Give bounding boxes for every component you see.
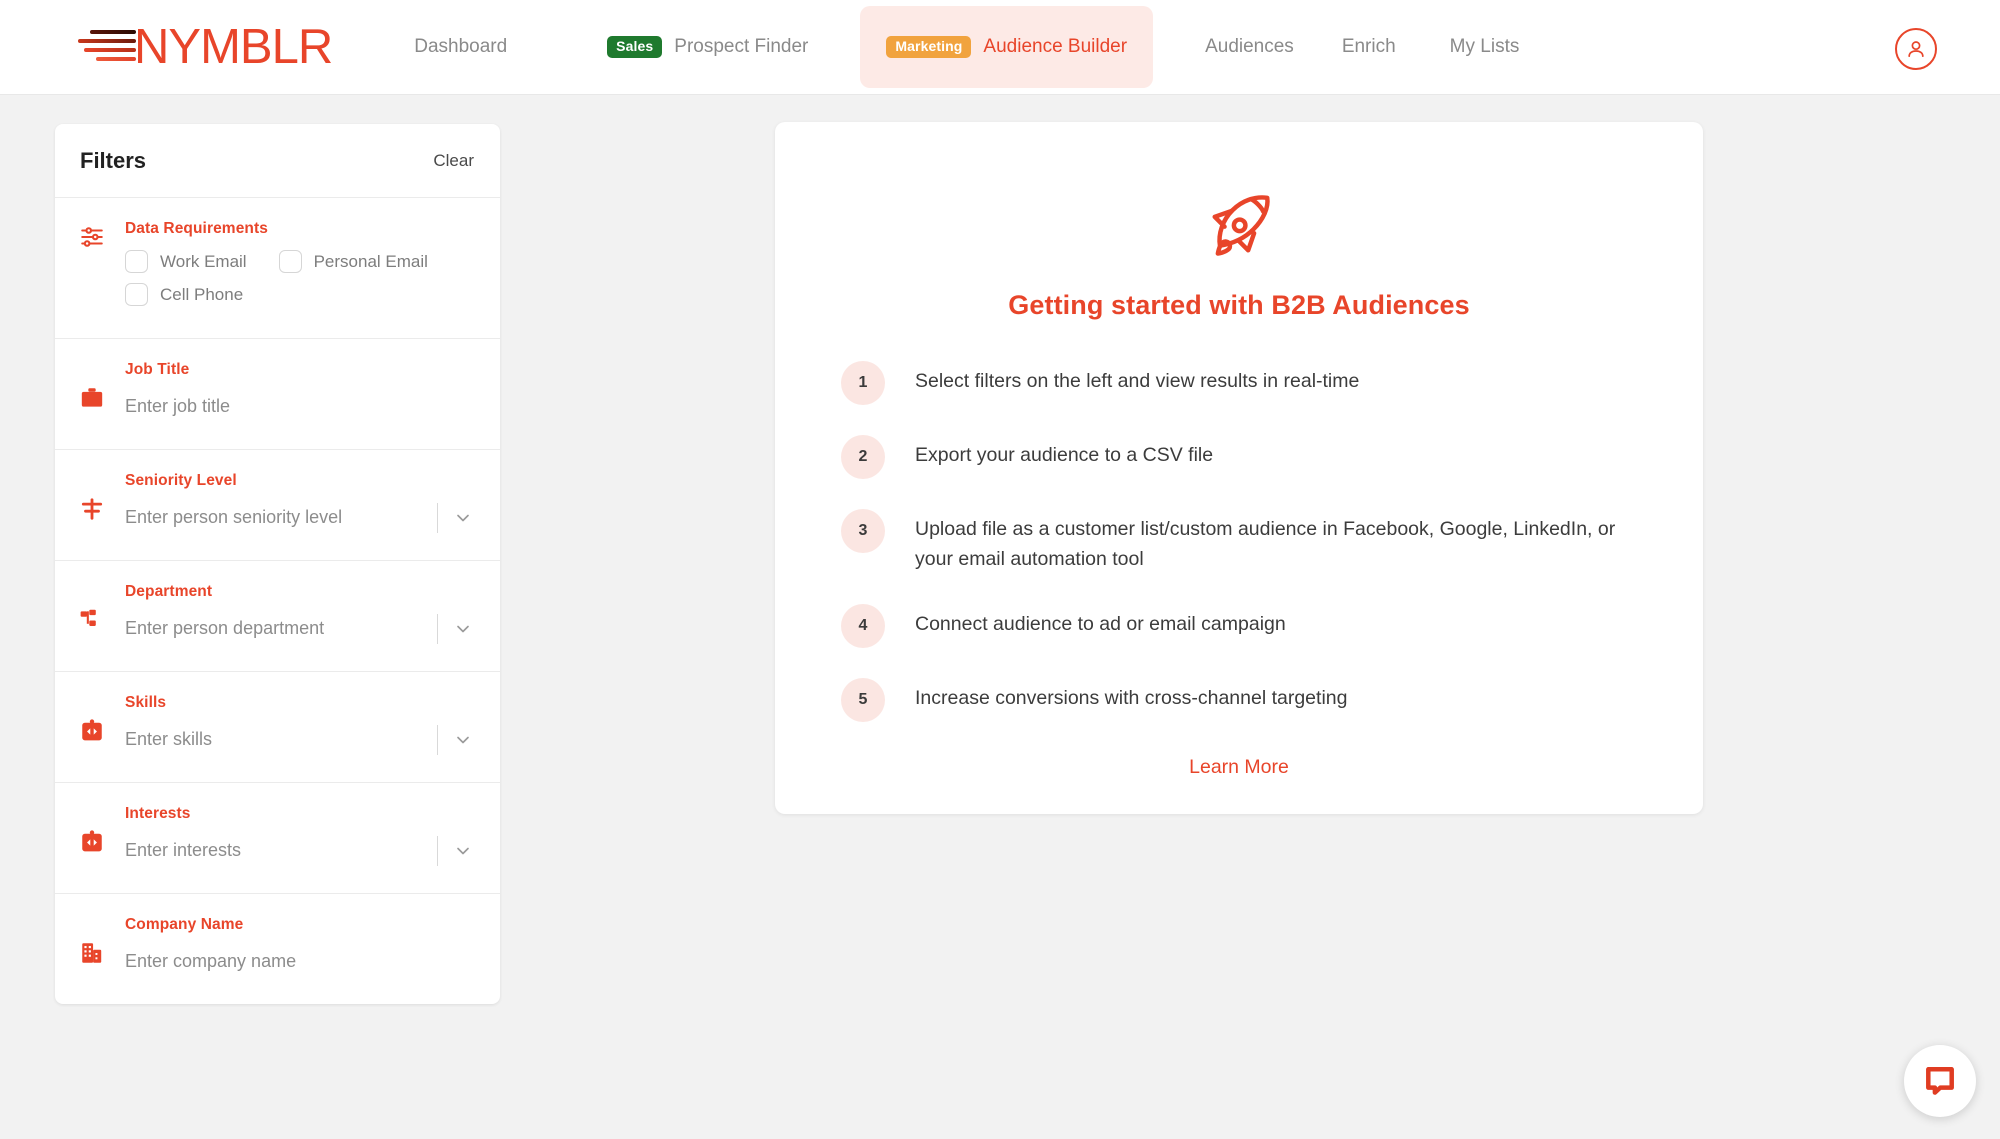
step-text: Upload file as a customer list/custom au… (915, 518, 1616, 570)
step-item: 4 Connect audience to ad or email campai… (841, 602, 1651, 649)
top-navigation-bar: NYMBLR Dashboard Sales Prospect Finder M… (0, 0, 2000, 95)
filter-label-interests: Interests (125, 805, 191, 822)
input-job-title[interactable]: Enter job title (125, 387, 480, 427)
step-text: Select filters on the left and view resu… (915, 370, 1360, 392)
filter-label-department: Department (125, 583, 213, 600)
filter-label-job-title: Job Title (125, 361, 190, 378)
account-avatar-button[interactable] (1895, 28, 1937, 70)
learn-more-link[interactable]: Learn More (827, 756, 1651, 779)
brand-logo[interactable]: NYMBLR (68, 0, 333, 95)
input-divider (437, 836, 438, 866)
clear-filters-button[interactable]: Clear (433, 151, 474, 171)
chevron-down-icon-skills[interactable] (446, 723, 480, 757)
nav-item-audiences[interactable]: Audiences (1205, 22, 1294, 72)
rocket-icon (827, 184, 1651, 268)
chat-bubble-icon (1926, 1067, 1954, 1095)
main-nav: Dashboard Sales Prospect Finder Marketin… (414, 6, 1519, 88)
sales-tag: Sales (607, 35, 663, 59)
user-circle-icon (1908, 41, 1924, 58)
filter-label-skills: Skills (125, 694, 167, 711)
filter-label-data-requirements: Data Requirements (125, 220, 268, 237)
chevron-down-icon-seniority-level[interactable] (446, 501, 480, 535)
step-number: 3 (841, 509, 885, 553)
clipboard-code-icon-skills (79, 694, 125, 760)
data-requirements-checkbox-group: Work Email Personal Email Cell Phone (125, 246, 480, 306)
getting-started-card: Getting started with B2B Audiences 1 Sel… (775, 122, 1703, 814)
input-divider (437, 503, 438, 533)
step-number: 1 (841, 361, 885, 405)
filter-label-company-name: Company Name (125, 916, 244, 933)
nav-item-prospect-finder-label: Prospect Finder (674, 36, 809, 57)
filter-row-seniority-level: Seniority Level Enter person seniority l… (55, 450, 500, 561)
filter-row-company-name: Company Name Enter company name (55, 894, 500, 1004)
checkbox-work-email[interactable]: Work Email (125, 250, 247, 273)
checkbox-cell-phone[interactable]: Cell Phone (125, 283, 243, 306)
steps-list: 1 Select filters on the left and view re… (827, 359, 1651, 723)
input-interests[interactable]: Enter interests (125, 831, 429, 871)
step-item: 2 Export your audience to a CSV file (841, 433, 1651, 479)
input-company-name[interactable]: Enter company name (125, 942, 480, 982)
checkbox-personal-email[interactable]: Personal Email (278, 250, 428, 273)
step-text: Increase conversions with cross-channel … (915, 687, 1348, 710)
logo-speed-lines-icon (68, 30, 136, 64)
org-chart-icon (79, 583, 125, 649)
chevron-down-icon-department[interactable] (446, 612, 480, 646)
clipboard-code-icon-interests (79, 805, 125, 871)
step-text: Connect audience to ad or email campaign (915, 613, 1286, 636)
step-text: Export your audience to a CSV file (915, 444, 1214, 466)
chat-widget-button[interactable] (1904, 1045, 1976, 1117)
input-divider (437, 725, 438, 755)
step-item: 1 Select filters on the left and view re… (841, 359, 1651, 405)
nav-item-enrich[interactable]: Enrich (1342, 22, 1396, 72)
building-icon (79, 916, 125, 982)
nav-item-dashboard[interactable]: Dashboard (414, 22, 507, 72)
filters-header: Filters Clear (55, 124, 500, 198)
checkbox-label: Cell Phone (160, 284, 244, 304)
checkbox-box[interactable] (125, 283, 148, 306)
nav-item-audience-builder-label: Audience Builder (983, 36, 1128, 57)
checkbox-label: Personal Email (313, 251, 428, 271)
nav-item-my-lists[interactable]: My Lists (1450, 22, 1520, 72)
filter-row-job-title: Job Title Enter job title (55, 339, 500, 450)
marketing-tag: Marketing (886, 35, 972, 59)
card-title: Getting started with B2B Audiences (1008, 290, 1470, 320)
input-department[interactable]: Enter person department (125, 609, 429, 649)
step-number: 4 (841, 604, 885, 649)
filter-row-skills: Skills Enter skills (55, 672, 500, 783)
checkbox-label: Work Email (160, 251, 247, 271)
logo-wordmark: NYMBLR (134, 19, 333, 74)
filters-panel: Filters Clear Data Requirements Work Ema… (55, 124, 500, 1004)
seniority-levels-icon (79, 472, 125, 538)
filter-row-department: Department Enter person department (55, 561, 500, 672)
input-seniority-level[interactable]: Enter person seniority level (125, 498, 429, 538)
step-number: 2 (841, 435, 885, 479)
filter-row-data-requirements: Data Requirements Work Email Personal Em… (55, 198, 500, 339)
step-number: 5 (841, 678, 885, 723)
filter-row-interests: Interests Enter interests (55, 783, 500, 894)
step-item: 3 Upload file as a customer list/custom … (841, 507, 1651, 574)
nav-item-audience-builder[interactable]: Marketing Audience Builder (860, 6, 1154, 88)
filters-title: Filters (80, 147, 147, 173)
briefcase-icon (79, 361, 125, 427)
input-divider (437, 614, 438, 644)
chevron-down-icon-interests[interactable] (446, 834, 480, 868)
checkbox-box[interactable] (278, 250, 302, 273)
checkbox-box[interactable] (125, 250, 148, 273)
input-skills[interactable]: Enter skills (125, 720, 429, 760)
step-item: 5 Increase conversions with cross-channe… (841, 676, 1651, 723)
nav-item-prospect-finder[interactable]: Sales Prospect Finder (607, 8, 808, 86)
sliders-icon (79, 220, 125, 316)
filter-label-seniority-level: Seniority Level (125, 472, 237, 489)
